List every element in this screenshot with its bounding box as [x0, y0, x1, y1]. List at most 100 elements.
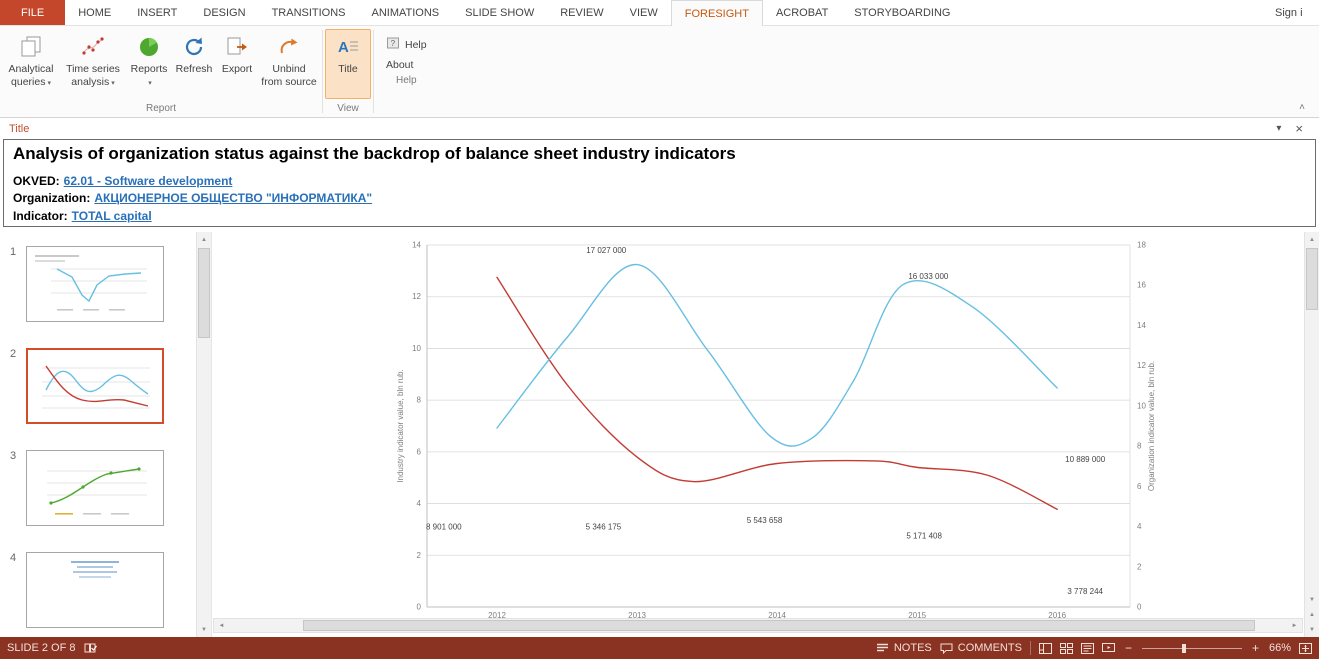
refresh-button[interactable]: Refresh — [172, 29, 216, 99]
zoom-percentage[interactable]: 66% — [1269, 642, 1291, 654]
slide-thumbnail-chart[interactable] — [26, 552, 164, 628]
notes-icon — [876, 643, 889, 653]
dropdown-caret-icon: ▾ — [148, 80, 152, 87]
ribbon-tab-bar: FILE HOME INSERT DESIGN TRANSITIONS ANIM… — [0, 0, 1319, 26]
svg-text:8: 8 — [417, 396, 422, 405]
slide-thumbnail-4[interactable]: 4 — [0, 552, 196, 628]
svg-text:4: 4 — [417, 499, 422, 508]
sign-in-button[interactable]: Sign i — [1275, 0, 1319, 25]
indicator-line: Indicator: TOTAL capital — [13, 208, 1306, 225]
okved-link[interactable]: 62.01 - Software development — [64, 174, 233, 188]
slideshow-view-button[interactable] — [1102, 643, 1115, 654]
tab-insert[interactable]: INSERT — [124, 0, 190, 25]
svg-text:16 033 000: 16 033 000 — [908, 272, 949, 281]
indicator-link[interactable]: TOTAL capital — [72, 209, 152, 223]
previous-slide-button[interactable]: ▲ — [1305, 607, 1319, 622]
tab-review[interactable]: REVIEW — [547, 0, 616, 25]
analytical-queries-button[interactable]: Analytical queries▾ — [2, 29, 60, 99]
scroll-up-icon[interactable]: ▲ — [197, 232, 211, 247]
svg-text:18: 18 — [1137, 241, 1146, 250]
help-button[interactable]: ? Help — [380, 33, 433, 56]
tab-acrobat[interactable]: ACROBAT — [763, 0, 841, 25]
slide-thumbnail-chart[interactable] — [26, 450, 164, 526]
tab-file[interactable]: FILE — [0, 0, 65, 25]
zoom-out-button[interactable]: − — [1123, 641, 1134, 655]
reports-pie-icon — [135, 33, 163, 61]
about-button[interactable]: About — [380, 56, 433, 74]
button-label: Unbind from source — [261, 63, 317, 89]
zoom-in-button[interactable]: + — [1250, 641, 1261, 655]
tab-storyboarding[interactable]: STORYBOARDING — [841, 0, 963, 25]
button-label: Refresh — [176, 63, 213, 76]
okved-line: OKVED:62.01 - Software development — [13, 173, 1306, 190]
svg-text:2: 2 — [1137, 562, 1142, 571]
ribbon-group-report: Analytical queries▾ Time series analysis… — [0, 26, 322, 117]
scroll-down-icon[interactable]: ▼ — [1305, 592, 1319, 607]
comments-button[interactable]: COMMENTS — [940, 642, 1022, 654]
reports-button[interactable]: Reports ▾ — [126, 29, 172, 99]
panel-menu-icon[interactable]: ▾ — [1269, 123, 1288, 134]
slide-thumbnail-chart[interactable] — [26, 348, 164, 424]
dropdown-caret-icon: ▾ — [47, 80, 51, 87]
scroll-left-icon[interactable]: ◄ — [214, 619, 229, 632]
reading-view-button[interactable] — [1081, 643, 1094, 654]
svg-text:0: 0 — [1137, 603, 1142, 612]
svg-text:14: 14 — [412, 241, 421, 250]
slide-sorter-view-button[interactable] — [1060, 643, 1073, 654]
indicator-label: Indicator: — [13, 209, 68, 223]
button-label: Export — [222, 63, 252, 76]
slide-thumbnail-1[interactable]: 1 — [0, 246, 196, 322]
panel-close-icon[interactable]: × — [1288, 121, 1310, 136]
svg-text:10 889 000: 10 889 000 — [1065, 455, 1106, 464]
slide-canvas[interactable]: 0246810121402468101214161820122013201420… — [211, 232, 1319, 637]
organization-link[interactable]: АКЦИОНЕРНОЕ ОБЩЕСТВО "ИНФОРМАТИКА" — [94, 191, 372, 205]
zoom-slider-thumb[interactable] — [1182, 644, 1186, 653]
svg-text:5 171 408: 5 171 408 — [906, 531, 942, 540]
svg-text:6: 6 — [417, 447, 422, 456]
tab-transitions[interactable]: TRANSITIONS — [259, 0, 359, 25]
collapse-ribbon-button[interactable]: ˄ — [1293, 101, 1311, 114]
scroll-up-icon[interactable]: ▲ — [1305, 232, 1319, 247]
title-toggle-button[interactable]: A Title — [325, 29, 371, 99]
title-panel-label: Title — [9, 123, 29, 135]
scroll-down-icon[interactable]: ▼ — [197, 622, 211, 637]
horizontal-scrollbar: ◄ ► — [213, 618, 1303, 633]
svg-text:8 901 000: 8 901 000 — [426, 522, 462, 531]
scrollbar-thumb[interactable] — [303, 620, 1255, 631]
svg-text:6: 6 — [1137, 482, 1142, 491]
spellcheck-icon[interactable] — [84, 642, 97, 654]
slide-thumbnail-2[interactable]: 2 — [0, 348, 196, 424]
time-series-analysis-button[interactable]: Time series analysis▾ — [60, 29, 126, 99]
unbind-from-source-button[interactable]: Unbind from source — [258, 29, 320, 99]
button-label: Reports ▾ — [129, 63, 169, 89]
tab-view[interactable]: VIEW — [617, 0, 671, 25]
svg-text:5 543 658: 5 543 658 — [747, 516, 783, 525]
tab-design[interactable]: DESIGN — [190, 0, 258, 25]
notes-button[interactable]: NOTES — [876, 642, 932, 654]
export-button[interactable]: Export — [216, 29, 258, 99]
svg-text:A: A — [338, 39, 349, 56]
fit-slide-to-window-button[interactable] — [1299, 643, 1312, 654]
slide-number: 1 — [0, 246, 26, 322]
tab-slide-show[interactable]: SLIDE SHOW — [452, 0, 547, 25]
zoom-slider[interactable] — [1142, 648, 1242, 649]
slide-number: 2 — [0, 348, 26, 424]
unbind-icon — [275, 33, 303, 61]
next-slide-button[interactable]: ▼ — [1305, 622, 1319, 637]
title-icon: A — [334, 33, 362, 61]
slide-thumbnail-3[interactable]: 3 — [0, 450, 196, 526]
tab-foresight[interactable]: FORESIGHT — [671, 0, 763, 26]
scrollbar-thumb[interactable] — [198, 248, 210, 338]
tab-home[interactable]: HOME — [65, 0, 124, 25]
slide-thumbnail-chart[interactable] — [26, 246, 164, 322]
scroll-right-icon[interactable]: ► — [1287, 619, 1302, 632]
ribbon-group-view: A Title View — [323, 26, 373, 117]
scrollbar-thumb[interactable] — [1306, 248, 1318, 310]
button-label: Analytical queries▾ — [5, 63, 57, 89]
button-label: Title — [338, 63, 357, 76]
slide-counter: SLIDE 2 OF 8 — [7, 642, 75, 654]
tab-animations[interactable]: ANIMATIONS — [359, 0, 453, 25]
normal-view-button[interactable] — [1039, 643, 1052, 654]
comments-icon — [940, 643, 953, 654]
time-series-icon — [79, 33, 107, 61]
